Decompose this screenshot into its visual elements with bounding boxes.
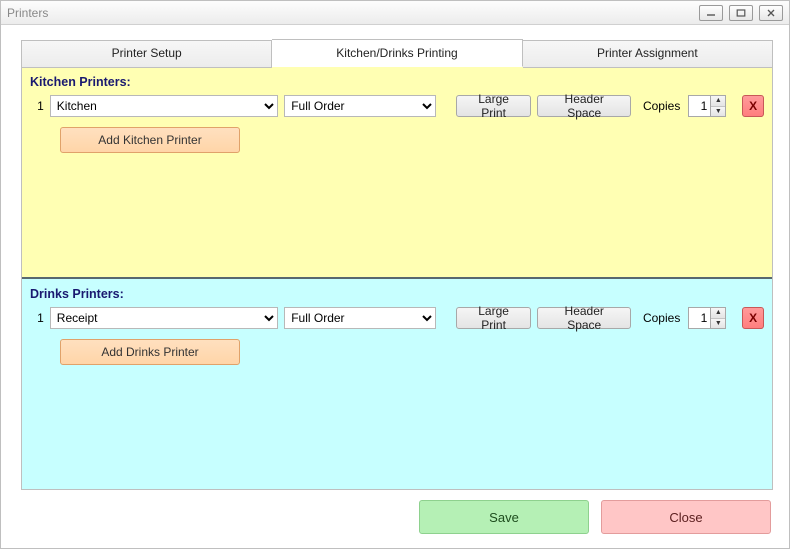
kitchen-delete-button[interactable]: X (742, 95, 764, 117)
dialog-footer: Save Close (21, 490, 773, 538)
kitchen-printers-panel: Kitchen Printers: 1 Kitchen Full Order L… (22, 67, 772, 277)
drinks-delete-button[interactable]: X (742, 307, 764, 329)
title-bar: Printers (1, 1, 789, 25)
tab-content: Kitchen Printers: 1 Kitchen Full Order L… (21, 66, 773, 490)
kitchen-copies-label: Copies (643, 99, 680, 113)
kitchen-large-print-button[interactable]: Large Print (456, 95, 532, 117)
drinks-printer-select[interactable]: Receipt (50, 307, 278, 329)
add-kitchen-printer-button[interactable]: Add Kitchen Printer (60, 127, 240, 153)
save-button[interactable]: Save (419, 500, 589, 534)
window-title: Printers (7, 6, 48, 20)
tab-printer-setup[interactable]: Printer Setup (21, 40, 272, 68)
minimize-button[interactable] (699, 5, 723, 21)
drinks-copies-spinner[interactable]: ▲ ▼ (688, 307, 726, 329)
drinks-copies-up[interactable]: ▲ (711, 308, 725, 318)
drinks-copies-label: Copies (643, 311, 680, 325)
kitchen-copies-spinner[interactable]: ▲ ▼ (688, 95, 726, 117)
maximize-button[interactable] (729, 5, 753, 21)
kitchen-section-title: Kitchen Printers: (30, 75, 764, 89)
kitchen-copies-down[interactable]: ▼ (711, 106, 725, 117)
drinks-row-index: 1 (30, 311, 44, 325)
kitchen-row-index: 1 (30, 99, 44, 113)
close-window-button[interactable] (759, 5, 783, 21)
kitchen-copies-up[interactable]: ▲ (711, 96, 725, 106)
kitchen-printer-select[interactable]: Kitchen (50, 95, 278, 117)
drinks-large-print-button[interactable]: Large Print (456, 307, 532, 329)
drinks-printers-panel: Drinks Printers: 1 Receipt Full Order La… (22, 279, 772, 489)
tab-kitchen-drinks-printing[interactable]: Kitchen/Drinks Printing (272, 39, 522, 67)
kitchen-mode-select[interactable]: Full Order (284, 95, 436, 117)
tab-strip: Printer Setup Kitchen/Drinks Printing Pr… (21, 39, 773, 67)
add-drinks-printer-button[interactable]: Add Drinks Printer (60, 339, 240, 365)
kitchen-printer-row: 1 Kitchen Full Order Large Print Header … (30, 95, 764, 117)
drinks-mode-select[interactable]: Full Order (284, 307, 436, 329)
drinks-section-title: Drinks Printers: (30, 287, 764, 301)
close-button[interactable]: Close (601, 500, 771, 534)
drinks-copies-input[interactable] (688, 307, 710, 329)
drinks-printer-row: 1 Receipt Full Order Large Print Header … (30, 307, 764, 329)
drinks-header-space-button[interactable]: Header Space (537, 307, 631, 329)
drinks-copies-down[interactable]: ▼ (711, 318, 725, 329)
tab-printer-assignment[interactable]: Printer Assignment (523, 40, 773, 68)
kitchen-copies-input[interactable] (688, 95, 710, 117)
window-buttons (699, 5, 783, 21)
kitchen-header-space-button[interactable]: Header Space (537, 95, 631, 117)
